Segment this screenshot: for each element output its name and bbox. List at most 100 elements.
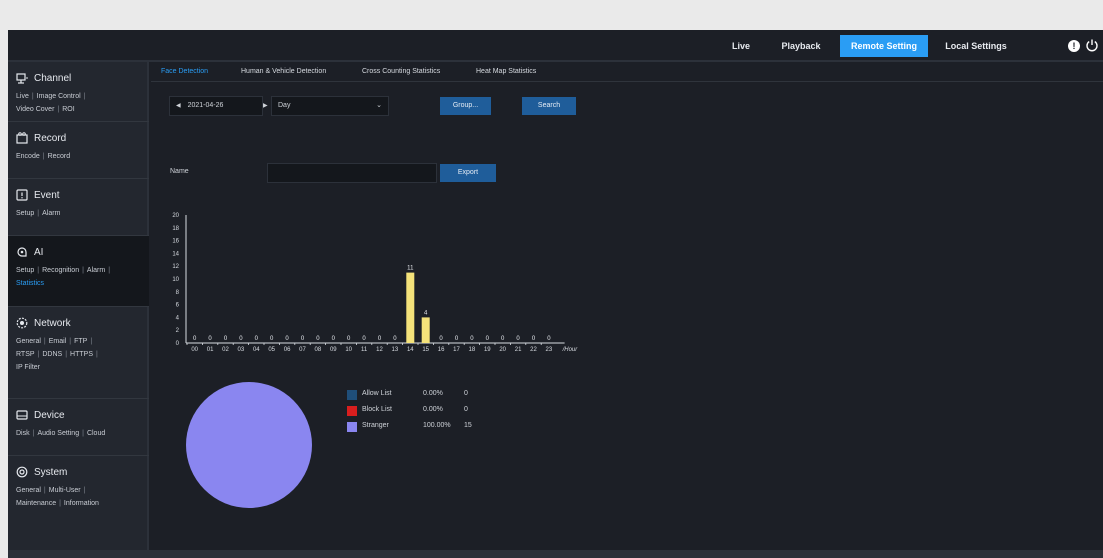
x-tick-label: 05 xyxy=(268,347,275,353)
sidebar-heading-device[interactable]: Device xyxy=(16,407,65,423)
search-button[interactable]: Search xyxy=(522,97,576,115)
x-tick-label: 08 xyxy=(315,347,322,353)
sidebar-link-record[interactable]: Record xyxy=(48,153,71,160)
sidebar-link-live[interactable]: Live xyxy=(16,93,29,100)
info-icon[interactable]: ! xyxy=(1068,40,1080,52)
sidebar-heading-channel[interactable]: Channel xyxy=(16,70,71,86)
sidebar-link-roi[interactable]: ROI xyxy=(62,106,74,113)
x-tick-label: 19 xyxy=(484,347,491,353)
bar-value-label: 0 xyxy=(208,336,212,342)
name-input[interactable] xyxy=(267,163,437,183)
sidebar-links-network: General | Email | FTP | RTSP | DDNS | HTTPS | IP F… xyxy=(16,338,98,371)
legend-count: 0 xyxy=(464,406,468,413)
tab-heat-map-statistics[interactable]: Heat Map Statistics xyxy=(476,68,536,75)
sidebar: Channel Live | Image Control | Video Cover |… xyxy=(8,62,149,550)
sidebar-link-ftp[interactable]: FTP xyxy=(74,338,87,345)
bar-value-label: 0 xyxy=(501,336,505,342)
bar-value-label: 0 xyxy=(270,336,274,342)
sidebar-section-device: Device Disk | Audio Setting | Cloud xyxy=(8,399,149,456)
legend-percent: 100.00% xyxy=(423,422,451,429)
nav-remote-setting[interactable]: Remote Setting xyxy=(840,35,928,57)
sidebar-link-email[interactable]: Email xyxy=(49,338,67,345)
x-tick-label: 11 xyxy=(361,347,368,353)
tab-face-detection[interactable]: Face Detection xyxy=(161,68,208,75)
name-label: Name xyxy=(170,168,189,175)
screen-frame: Live Playback Remote Setting Local Setti… xyxy=(0,0,1103,558)
sidebar-link-maintenance[interactable]: Maintenance xyxy=(16,500,56,507)
sidebar-heading-system[interactable]: System xyxy=(16,464,67,480)
record-icon xyxy=(16,132,28,144)
tab-cross-counting-statistics[interactable]: Cross Counting Statistics xyxy=(362,68,440,75)
bar-value-label: 0 xyxy=(224,336,228,342)
bar xyxy=(406,272,415,343)
x-tick-label: 17 xyxy=(453,347,460,353)
sidebar-links-device: Disk | Audio Setting | Cloud xyxy=(16,430,106,437)
y-tick-label: 8 xyxy=(176,290,180,296)
sidebar-link-ai-alarm[interactable]: Alarm xyxy=(87,267,105,274)
period-select[interactable]: Day ⌄ xyxy=(271,96,389,116)
date-prev-icon[interactable]: ◀ xyxy=(176,103,181,109)
sidebar-link-encode[interactable]: Encode xyxy=(16,153,40,160)
sidebar-link-disk[interactable]: Disk xyxy=(16,430,30,437)
x-tick-label: 10 xyxy=(345,347,352,353)
group-button[interactable]: Group... xyxy=(440,97,491,115)
sidebar-link-https[interactable]: HTTPS xyxy=(70,351,93,358)
sidebar-link-image-control[interactable]: Image Control xyxy=(37,93,81,100)
sidebar-link-recognition[interactable]: Recognition xyxy=(42,267,79,274)
export-button[interactable]: Export xyxy=(440,164,496,182)
sidebar-link-information[interactable]: Information xyxy=(64,500,99,507)
x-tick-label: 23 xyxy=(546,347,553,353)
nav-live[interactable]: Live xyxy=(726,35,756,57)
sidebar-link-ddns[interactable]: DDNS xyxy=(42,351,62,358)
sidebar-heading-record[interactable]: Record xyxy=(16,130,66,146)
sidebar-links-record: Encode | Record xyxy=(16,153,71,160)
bottom-bar xyxy=(8,550,1103,558)
sidebar-link-multi-user[interactable]: Multi-User xyxy=(49,487,81,494)
tab-human-vehicle-detection[interactable]: Human & Vehicle Detection xyxy=(241,68,326,75)
sidebar-link-video-cover[interactable]: Video Cover xyxy=(16,106,54,113)
x-axis-label: /Hour xyxy=(562,347,579,353)
bar-value-label: 0 xyxy=(239,336,243,342)
sidebar-link-system-general[interactable]: General xyxy=(16,487,41,494)
legend-count: 15 xyxy=(464,422,472,429)
bar-value-label: 0 xyxy=(193,336,197,342)
sidebar-link-event-setup[interactable]: Setup xyxy=(16,210,34,217)
date-next-icon[interactable]: ▶ xyxy=(263,102,268,109)
sidebar-link-ip-filter[interactable]: IP Filter xyxy=(16,364,40,371)
x-tick-label: 22 xyxy=(530,347,537,353)
y-tick-label: 14 xyxy=(172,251,179,257)
face-type-pie-chart xyxy=(186,382,312,508)
bar xyxy=(421,317,430,343)
sidebar-link-cloud[interactable]: Cloud xyxy=(87,430,105,437)
app-window: Live Playback Remote Setting Local Setti… xyxy=(8,30,1103,558)
x-tick-label: 12 xyxy=(376,347,383,353)
x-tick-label: 16 xyxy=(438,347,445,353)
nav-local-settings[interactable]: Local Settings xyxy=(938,35,1014,57)
top-navigation: Live Playback Remote Setting Local Setti… xyxy=(8,30,1103,62)
nav-playback[interactable]: Playback xyxy=(776,35,826,57)
y-tick-label: 16 xyxy=(172,239,179,245)
sidebar-heading-ai[interactable]: AI xyxy=(16,244,43,260)
bar-value-label: 0 xyxy=(455,336,459,342)
sidebar-link-network-general[interactable]: General xyxy=(16,338,41,345)
network-icon xyxy=(16,317,28,329)
sidebar-heading-network[interactable]: Network xyxy=(16,315,71,331)
legend-count: 0 xyxy=(464,390,468,397)
x-tick-label: 20 xyxy=(499,347,506,353)
statistics-tabs: Face Detection Human & Vehicle Detection… xyxy=(151,62,1103,82)
sidebar-link-ai-setup[interactable]: Setup xyxy=(16,267,34,274)
period-value: Day xyxy=(278,102,291,109)
sidebar-link-event-alarm[interactable]: Alarm xyxy=(42,210,60,217)
sidebar-title-ai: AI xyxy=(34,246,44,258)
sidebar-heading-event[interactable]: Event xyxy=(16,187,60,203)
sidebar-link-audio-setting[interactable]: Audio Setting xyxy=(37,430,79,437)
y-tick-label: 12 xyxy=(172,264,179,270)
sidebar-link-statistics[interactable]: Statistics xyxy=(16,280,44,287)
date-picker[interactable]: ◀ 2021-04-26 xyxy=(169,96,263,116)
x-tick-label: 14 xyxy=(407,347,414,353)
power-icon[interactable] xyxy=(1085,38,1099,52)
sidebar-link-rtsp[interactable]: RTSP xyxy=(16,351,35,358)
sidebar-links-event: Setup | Alarm xyxy=(16,210,61,217)
sidebar-links-system: General | Multi-User | Maintenance | Informat… xyxy=(16,487,99,507)
x-tick-label: 13 xyxy=(392,347,399,353)
